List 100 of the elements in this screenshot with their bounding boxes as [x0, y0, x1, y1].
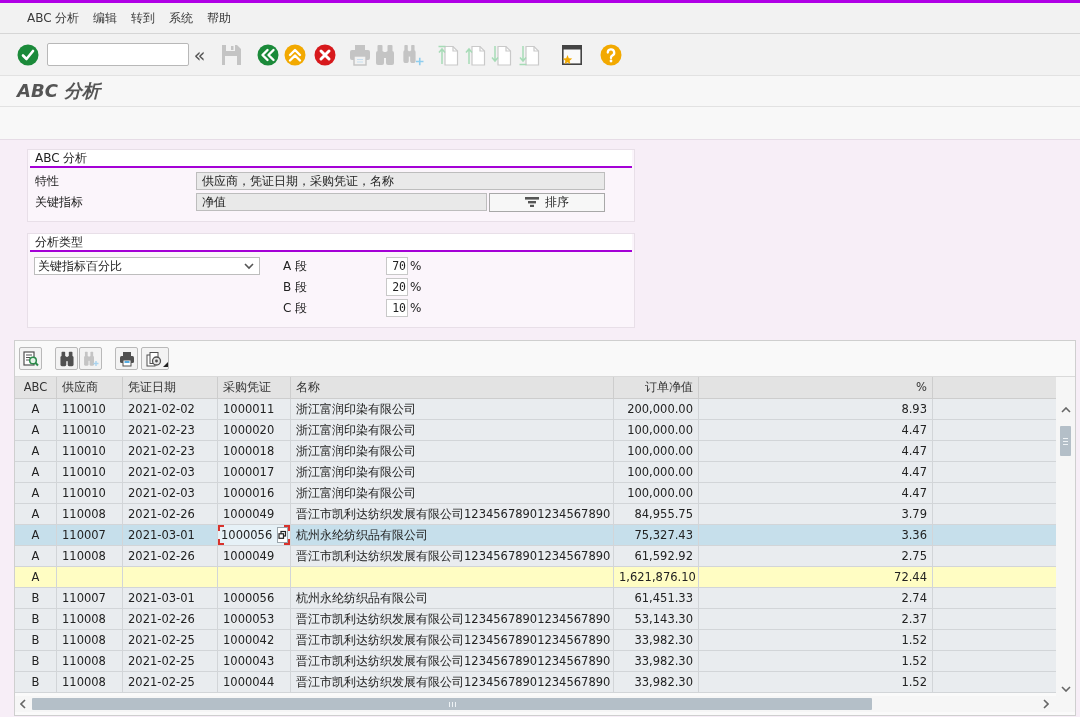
table-cell: 4.47 [699, 462, 933, 482]
dropdown[interactable]: 关键指标百分比 [34, 257, 260, 275]
chevron-down-icon[interactable] [1060, 686, 1071, 692]
table-cell: 2021-02-26 [123, 546, 218, 566]
table-cell: B [15, 630, 57, 650]
display-field: 净值 [196, 193, 487, 211]
table-cell: 晋江市凯利达纺织发展有限公司12345678901234567890 [291, 546, 614, 566]
column-header[interactable]: 凭证日期 [123, 377, 218, 398]
toolbar-button[interactable] [141, 347, 169, 370]
table-row[interactable]: A 110008 2021-02-26 1000049 晋江市凯利达纺织发展有限公司12345678901234567890 61,592.92 2.75 [15, 546, 1056, 567]
table-cell: 杭州永纶纺织品有限公司 [291, 525, 614, 545]
column-header[interactable]: 供应商 [57, 377, 123, 398]
toolbar-button[interactable] [55, 347, 78, 370]
table-cell: 110008 [57, 651, 123, 671]
focused-cell[interactable]: 1000056 [218, 525, 291, 545]
list-magnifier-icon [22, 350, 39, 367]
table-row[interactable]: A 110010 2021-02-23 1000018 浙江富润印染有限公司 100,000.00 4.47 [15, 441, 1056, 462]
double-chevron-up-icon[interactable] [284, 43, 306, 66]
table-cell: A [15, 504, 57, 524]
column-header[interactable]: ABC [15, 377, 57, 398]
column-header[interactable]: 订单净值 [614, 377, 699, 398]
toolbar-button[interactable] [19, 347, 42, 370]
table-cell: 100,000.00 [614, 420, 699, 440]
documents-icon [146, 350, 162, 367]
table-row[interactable]: A 110007 2021-03-01 1000056 杭州永纶纺织品有限公司 75,327.43 3.36 [15, 525, 1056, 546]
cell-text: 1000056 [221, 527, 273, 544]
table-cell: 1000018 [218, 441, 291, 461]
chevron-left-icon[interactable] [20, 699, 26, 709]
table-cell: 杭州永纶纺织品有限公司 [291, 588, 614, 608]
table-row[interactable]: B 110007 2021-03-01 1000056 杭州永纶纺织品有限公司 61,451.33 2.74 [15, 588, 1056, 609]
menu-item[interactable]: 帮助 [207, 9, 232, 27]
panel-title: 分析类型 [30, 234, 632, 252]
table-cell: A [15, 399, 57, 419]
percent-field[interactable]: 10 [386, 299, 408, 317]
table-cell: 1.52 [699, 630, 933, 650]
column-header[interactable]: % [699, 377, 933, 398]
table-cell: B [15, 651, 57, 671]
table-cell: A [15, 483, 57, 503]
table-cell: 110010 [57, 420, 123, 440]
chevron-up-icon[interactable] [1060, 407, 1071, 413]
table-cell: 4.47 [699, 441, 933, 461]
help-icon[interactable] [600, 43, 622, 66]
close-icon[interactable] [314, 43, 336, 66]
table-cell: A [15, 462, 57, 482]
table-cell: 2021-02-23 [123, 420, 218, 440]
table-row[interactable]: A 110010 2021-02-03 1000016 浙江富润印染有限公司 100,000.00 4.47 [15, 483, 1056, 504]
binoculars-plus-icon [82, 350, 99, 367]
table-cell: 110010 [57, 441, 123, 461]
table-cell: A [15, 420, 57, 440]
unit-label: % [410, 280, 422, 294]
menu-item[interactable]: ABC 分析 [27, 9, 80, 27]
table-cell: 53,143.30 [614, 609, 699, 629]
table-cell: 晋江市凯利达纺织发展有限公司12345678901234567890 [291, 630, 614, 650]
percent-field[interactable]: 20 [386, 278, 408, 296]
table-row[interactable]: B 110008 2021-02-25 1000043 晋江市凯利达纺织发展有限公司12345678901234567890 33,982.30 1.52 [15, 651, 1056, 672]
table-cell: 33,982.30 [614, 630, 699, 650]
table-cell: 110010 [57, 462, 123, 482]
table-row[interactable]: A 1,621,876.10 72.44 [15, 567, 1056, 588]
table-row[interactable]: A 110010 2021-02-23 1000020 浙江富润印染有限公司 100,000.00 4.47 [15, 420, 1056, 441]
chevron-right-icon[interactable] [1043, 699, 1049, 709]
table-cell: 1000053 [218, 609, 291, 629]
table-row[interactable]: A 110010 2021-02-03 1000017 浙江富润印染有限公司 100,000.00 4.47 [15, 462, 1056, 483]
table-cell: 1000042 [218, 630, 291, 650]
table-cell: 100,000.00 [614, 441, 699, 461]
table-cell: A [15, 567, 57, 587]
table-cell: 2.37 [699, 609, 933, 629]
scrollbar-thumb[interactable] [32, 698, 872, 710]
command-field[interactable] [47, 43, 189, 66]
collapse-button[interactable]: « [193, 43, 206, 66]
table-cell: A [15, 546, 57, 566]
table-cell: 2021-03-01 [123, 588, 218, 608]
table-cell: 2021-02-25 [123, 651, 218, 671]
field-label: 特性 [35, 172, 60, 190]
sort-button[interactable]: 排序 [489, 192, 605, 212]
display-field: 供应商，凭证日期，采购凭证，名称 [196, 172, 605, 190]
scrollbar-thumb[interactable] [1060, 426, 1071, 456]
column-header[interactable]: 采购凭证 [218, 377, 291, 398]
menu-item[interactable]: 编辑 [93, 9, 118, 27]
double-chevron-left-icon[interactable] [257, 43, 279, 66]
table-row[interactable]: B 110008 2021-02-25 1000042 晋江市凯利达纺织发展有限公司12345678901234567890 33,982.30 1.52 [15, 630, 1056, 651]
table-row[interactable]: A 110008 2021-02-26 1000049 晋江市凯利达纺织发展有限公司12345678901234567890 84,955.75 3.79 [15, 504, 1056, 525]
menu-item[interactable]: 系统 [169, 9, 194, 27]
table-row[interactable]: B 110008 2021-02-26 1000053 晋江市凯利达纺织发展有限公司12345678901234567890 53,143.30 2.37 [15, 609, 1056, 630]
table-cell: 200,000.00 [614, 399, 699, 419]
table-cell: B [15, 609, 57, 629]
table-cell: 浙江富润印染有限公司 [291, 483, 614, 503]
table-row[interactable]: A 110010 2021-02-02 1000011 浙江富润印染有限公司 200,000.00 8.93 [15, 399, 1056, 420]
checkmark-icon[interactable] [17, 43, 39, 66]
toolbar-button[interactable] [115, 347, 138, 370]
table-cell: 2.74 [699, 588, 933, 608]
menu-item[interactable]: 转到 [131, 9, 156, 27]
stacked-squares-icon[interactable] [277, 527, 288, 543]
table-cell: 72.44 [699, 567, 933, 587]
table-cell: 2021-02-25 [123, 672, 218, 692]
table-cell: 2021-02-23 [123, 441, 218, 461]
percent-field[interactable]: 70 [386, 257, 408, 275]
column-header[interactable]: 名称 [291, 377, 614, 398]
table-cell: 浙江富润印染有限公司 [291, 441, 614, 461]
table-row[interactable]: B 110008 2021-02-25 1000044 晋江市凯利达纺织发展有限公司12345678901234567890 33,982.30 1.52 [15, 672, 1056, 693]
segment-label: C 段 [283, 299, 309, 317]
